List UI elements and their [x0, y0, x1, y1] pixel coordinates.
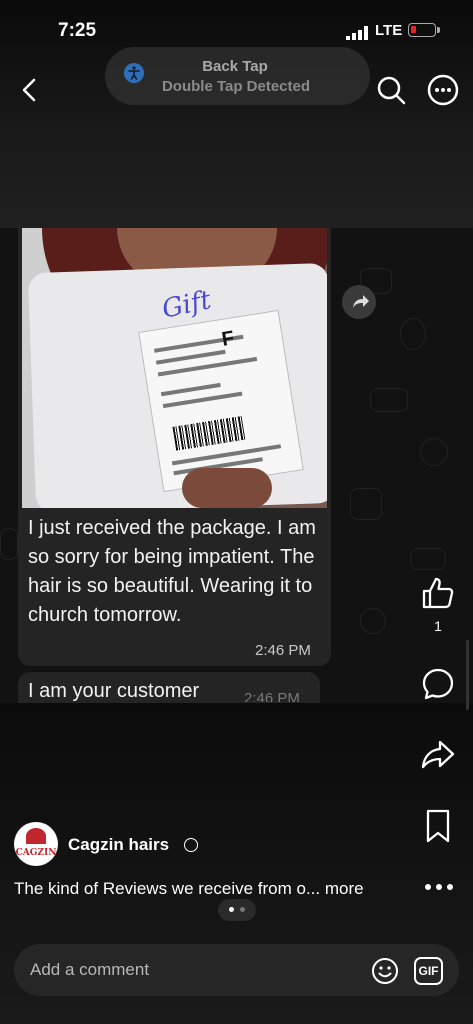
- comment-input[interactable]: [30, 960, 330, 980]
- scrollbar[interactable]: [466, 640, 469, 710]
- signal-icon: [346, 26, 368, 40]
- message2-time: 2:46 PM: [244, 690, 300, 702]
- like-count: 1: [434, 618, 442, 634]
- message-time: 2:46 PM: [255, 642, 311, 659]
- status-time: 7:25: [58, 20, 97, 41]
- caption-more-link[interactable]: more: [325, 879, 364, 898]
- battery-icon: [408, 23, 440, 37]
- caption[interactable]: The kind of Reviews we receive from o...…: [14, 879, 364, 899]
- caption-text: The kind of Reviews we receive from o...: [14, 879, 321, 898]
- notification-title: Back Tap: [202, 58, 268, 75]
- gif-button[interactable]: GIF: [414, 957, 443, 985]
- avatar-logo-text: CAGZIN: [15, 848, 57, 858]
- like-button[interactable]: [420, 575, 456, 611]
- network-type: LTE: [375, 22, 403, 39]
- search-button[interactable]: [374, 73, 408, 107]
- username[interactable]: Cagzin hairs: [68, 835, 169, 855]
- comment-button[interactable]: [420, 666, 456, 702]
- forward-icon: [342, 285, 376, 319]
- message2-text: I am your customer: [28, 680, 200, 702]
- notification-subtitle: Double Tap Detected: [161, 78, 311, 95]
- message-text: I just received the package. I am so sor…: [28, 517, 316, 626]
- more-options-button[interactable]: [426, 73, 460, 107]
- avatar[interactable]: CAGZIN: [14, 822, 58, 866]
- accessibility-icon: [124, 63, 144, 83]
- globe-icon: [184, 838, 198, 852]
- post-options-button[interactable]: [422, 874, 456, 900]
- emoji-button[interactable]: [371, 957, 399, 985]
- back-button[interactable]: [14, 74, 46, 106]
- carousel-indicator: [218, 899, 256, 921]
- save-button[interactable]: [422, 808, 454, 844]
- package-photo: Gift F: [22, 228, 327, 508]
- share-button[interactable]: [420, 736, 456, 772]
- back-tap-notification: [105, 47, 370, 105]
